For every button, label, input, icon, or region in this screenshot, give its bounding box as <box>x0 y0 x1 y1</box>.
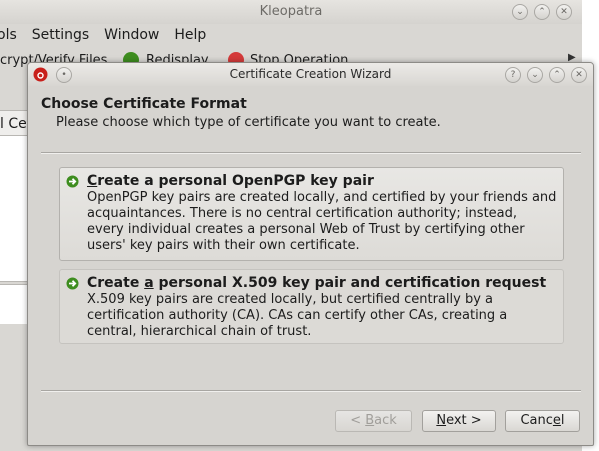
question-icon: ? <box>510 70 516 80</box>
close-icon: ✕ <box>575 70 583 80</box>
next-button[interactable]: Next > <box>422 410 496 432</box>
page-title: Choose Certificate Format <box>41 96 247 112</box>
maximize-button[interactable]: ⌃ <box>534 4 550 20</box>
openpgp-option-button[interactable]: Create a personal OpenPGP key pair OpenP… <box>59 167 564 261</box>
kleopatra-titlebar: Kleopatra ⌄ ⌃ ✕ <box>0 0 582 24</box>
close-button[interactable]: ✕ <box>556 4 572 20</box>
menu-settings[interactable]: Settings <box>32 27 89 43</box>
minimize-button[interactable]: ⌄ <box>512 4 528 20</box>
kleopatra-window-title: Kleopatra <box>259 4 323 19</box>
certificate-list[interactable] <box>0 136 30 282</box>
x509-option-title: Create a personal X.509 key pair and cer… <box>87 275 547 291</box>
header-divider <box>41 152 581 154</box>
arrow-right-icon <box>66 175 79 188</box>
close-icon: ✕ <box>560 7 568 17</box>
dialog-maximize-button[interactable]: ⌃ <box>549 67 565 83</box>
openpgp-option-title: Create a personal OpenPGP key pair <box>87 173 374 189</box>
back-button[interactable]: < Back <box>335 410 412 432</box>
x509-option-button[interactable]: Create a personal X.509 key pair and cer… <box>59 269 564 344</box>
certificate-creation-wizard-dialog: • Certificate Creation Wizard ? ⌄ ⌃ ✕ Ch… <box>27 62 594 446</box>
dialog-close-button[interactable]: ✕ <box>571 67 587 83</box>
menu-tools[interactable]: ols <box>0 27 17 43</box>
kleopatra-menubar: ols Settings Window Help <box>0 24 582 46</box>
chevron-down-icon: ⌄ <box>531 70 539 80</box>
menu-window[interactable]: Window <box>104 27 159 43</box>
footer-divider <box>41 390 581 392</box>
details-pane <box>0 284 30 324</box>
x509-option-description: X.509 key pairs are created locally, but… <box>87 292 508 339</box>
cancel-button[interactable]: Cancel <box>505 410 580 432</box>
chevron-up-icon: ⌃ <box>538 7 546 17</box>
menu-help[interactable]: Help <box>174 27 206 43</box>
chevron-down-icon: ⌄ <box>516 7 524 17</box>
dialog-minimize-button[interactable]: ⌄ <box>527 67 543 83</box>
chevron-up-icon: ⌃ <box>553 70 561 80</box>
page-subtitle: Please choose which type of certificate … <box>56 115 441 130</box>
dialog-titlebar: • Certificate Creation Wizard ? ⌄ ⌃ ✕ <box>28 63 593 86</box>
arrow-right-icon <box>66 277 79 290</box>
help-button[interactable]: ? <box>505 67 521 83</box>
openpgp-option-description: OpenPGP key pairs are created locally, a… <box>87 190 557 253</box>
